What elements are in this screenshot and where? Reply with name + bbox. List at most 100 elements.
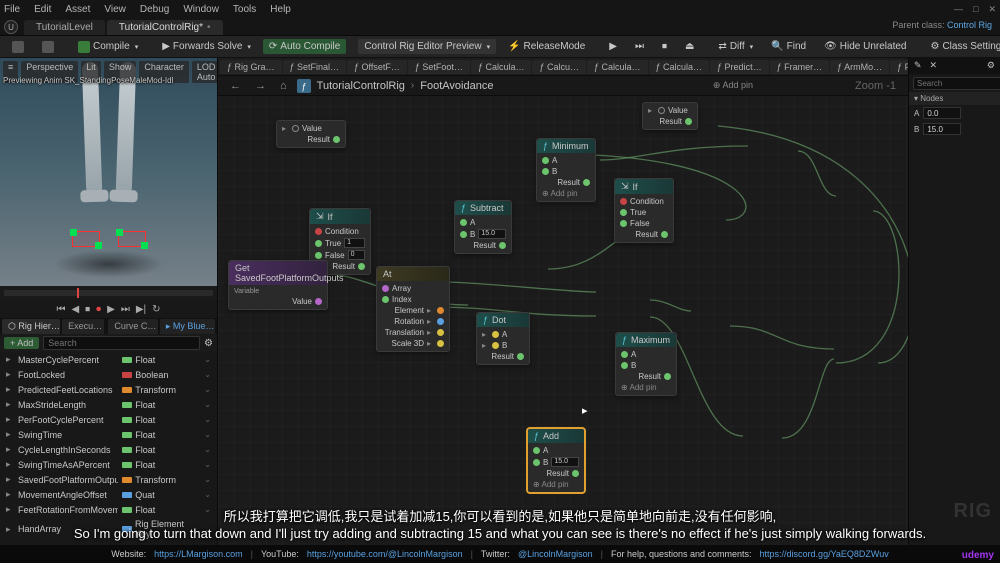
website-link[interactable]: https://LMargison.com — [154, 549, 243, 559]
browse-button[interactable] — [36, 39, 60, 55]
detail-edit-icon[interactable]: ✎ — [911, 59, 925, 74]
menu-help[interactable]: Help — [270, 4, 291, 15]
find-button[interactable]: 🔍 Find — [765, 39, 812, 54]
graph-tab[interactable]: ƒ Predict… — [710, 60, 769, 74]
graph-tab[interactable]: ƒ Calcula… — [649, 60, 710, 74]
node-for[interactable]: ▸Value Result — [642, 102, 698, 130]
node-if-2[interactable]: ⇲If Condition True False Result — [614, 178, 674, 243]
nav-fwd-icon[interactable]: → — [251, 80, 270, 92]
menu-file[interactable]: File — [4, 4, 20, 15]
graph-tab[interactable]: ƒ SetFoot… — [408, 60, 470, 74]
add-pin-button[interactable]: ⊕ Add pin — [542, 189, 590, 198]
go-end-icon[interactable]: ⏭ — [121, 304, 130, 315]
timeline[interactable] — [0, 286, 217, 300]
var-row[interactable]: ▸PerFootCyclePercentFloat⌄ — [0, 412, 217, 427]
close-icon[interactable]: ✕ — [988, 4, 996, 15]
menu-edit[interactable]: Edit — [34, 4, 51, 15]
var-row[interactable]: ▸PredictedFeetLocationsTransform⌄ — [0, 382, 217, 397]
play-icon[interactable]: ▶ — [603, 39, 623, 54]
node-remnant[interactable]: ▸Value Result — [276, 120, 346, 148]
graph-tab[interactable]: ƒ Calcu… — [532, 60, 586, 74]
playhead-icon[interactable] — [77, 288, 79, 298]
record-icon[interactable]: ⏺ — [96, 304, 101, 315]
prop-a-input[interactable] — [923, 107, 961, 119]
var-row[interactable]: ▸MasterCyclePercentFloat⌄ — [0, 352, 217, 367]
class-settings-button[interactable]: ⚙ Class Settings — [924, 39, 1000, 54]
var-search-input[interactable] — [43, 336, 200, 350]
var-row[interactable]: ▸CycleLengthInSecondsFloat⌄ — [0, 442, 217, 457]
diff-button[interactable]: ⇄ Diff▾ — [712, 39, 759, 54]
tab-execution[interactable]: Execu… — [62, 319, 104, 334]
var-row[interactable]: ▸FootLockedBoolean⌄ — [0, 367, 217, 382]
skip-icon[interactable]: ⏭ — [629, 39, 650, 54]
tab-level[interactable]: TutorialLevel — [24, 20, 105, 35]
loop-icon[interactable]: ↻ — [152, 304, 160, 315]
var-row[interactable]: ▸SwingTimeAsAPercentFloat⌄ — [0, 457, 217, 472]
menu-window[interactable]: Window — [183, 4, 219, 15]
stop-icon[interactable]: ⏹ — [85, 304, 90, 315]
graph-tab[interactable]: ƒ Calcula… — [587, 60, 648, 74]
vp-lod-button[interactable]: LOD Auto — [192, 61, 217, 83]
node-minimum[interactable]: ƒMinimum A B Result ⊕ Add pin — [536, 138, 596, 202]
var-row[interactable]: ▸MaxStrideLengthFloat⌄ — [0, 397, 217, 412]
step-icon[interactable]: ▶| — [136, 304, 146, 315]
twitter-link[interactable]: @LincolnMargison — [518, 549, 593, 559]
detail-close-icon[interactable]: ✕ — [927, 59, 941, 74]
discord-link[interactable]: https://discord.gg/YaEQ8DZWuv — [760, 549, 889, 559]
maximize-icon[interactable]: □ — [973, 4, 978, 15]
node-canvas[interactable]: ▸Value Result ⇲If Condition True 1 False… — [218, 96, 908, 545]
add-pin-button[interactable]: ⊕ Add pin — [621, 383, 671, 392]
node-subtract[interactable]: ƒSubtract A B 15.0 Result — [454, 200, 512, 254]
bc-root[interactable]: TutorialControlRig — [317, 80, 405, 92]
nav-home-icon[interactable]: ⌂ — [276, 80, 291, 92]
graph-tab[interactable]: ƒ OffsetF… — [347, 60, 407, 74]
preview-mode-button[interactable]: Control Rig Editor Preview▾ — [358, 39, 496, 54]
stop-icon[interactable]: ⏹ — [656, 39, 673, 54]
tab-my-blueprint[interactable]: ▸ My Blue… — [160, 319, 215, 334]
menu-tools[interactable]: Tools — [233, 4, 256, 15]
node-maximum[interactable]: ƒMaximum A B Result ⊕ Add pin — [615, 332, 677, 396]
detail-gear-icon[interactable]: ⚙ — [984, 59, 998, 74]
tab-controlrig[interactable]: TutorialControlRig* — [107, 20, 223, 35]
graph-tab[interactable]: ƒ FootLa… — [890, 60, 908, 74]
parent-class-link[interactable]: Control Rig — [947, 20, 992, 30]
menu-view[interactable]: View — [104, 4, 126, 15]
add-pin-button[interactable]: ⊕ Add pin — [533, 480, 579, 489]
gear-icon[interactable]: ⚙ — [204, 338, 213, 349]
top-add-pin[interactable]: ⊕ Add pin — [713, 80, 753, 91]
var-row[interactable]: ▸SwingTimeFloat⌄ — [0, 427, 217, 442]
hide-unrelated-button[interactable]: 👁 Hide Unrelated — [818, 39, 912, 54]
graph-tab[interactable]: ƒ Calcula… — [471, 60, 532, 74]
minimize-icon[interactable]: — — [954, 4, 963, 15]
release-mode-button[interactable]: ⚡ ReleaseMode — [502, 39, 591, 54]
auto-compile-button[interactable]: ⟳ Auto Compile — [263, 39, 346, 54]
forwards-solve-button[interactable]: ▶ Forwards Solve▾ — [156, 39, 257, 54]
prop-b-input[interactable] — [923, 123, 961, 135]
graph-tab[interactable]: ƒ Rig Gra… — [220, 60, 282, 74]
graph-tab[interactable]: ƒ ArmMo… — [830, 60, 889, 74]
nav-back-icon[interactable]: ← — [226, 80, 245, 92]
graph-editor[interactable]: ƒ Rig Gra…ƒ SetFinal…ƒ OffsetF…ƒ SetFoot… — [218, 58, 908, 545]
youtube-link[interactable]: https://youtube.com/@LincolnMargison — [307, 549, 463, 559]
tab-curve[interactable]: Curve C… — [108, 319, 157, 334]
compile-button[interactable]: Compile▾ — [72, 39, 144, 55]
node-add[interactable]: ƒAdd A B 15.0 Result ⊕ Add pin — [527, 428, 585, 493]
save-button[interactable] — [6, 39, 30, 55]
var-row[interactable]: ▸SavedFootPlatformOutputsTransform⌄ — [0, 472, 217, 487]
detail-search-input[interactable] — [913, 77, 1000, 90]
node-dot[interactable]: ƒDot ▸A ▸B Result — [476, 312, 530, 365]
go-start-icon[interactable]: ⏮ — [56, 304, 65, 315]
menu-asset[interactable]: Asset — [65, 4, 90, 15]
add-button[interactable]: + Add — [4, 337, 39, 349]
viewport[interactable]: ≡ Perspective Lit Show Character LOD Aut… — [0, 58, 217, 286]
eject-icon[interactable]: ⏏ — [679, 39, 700, 54]
play-rev-icon[interactable]: ◀ — [71, 304, 79, 315]
graph-tab[interactable]: ƒ Framer… — [770, 60, 830, 74]
tab-rig-hierarchy[interactable]: ⬡ Rig Hier… — [2, 319, 60, 334]
node-at[interactable]: At Array Index Element▸ Rotation▸ Transl… — [376, 266, 450, 352]
node-get-saved[interactable]: Get SavedFootPlatformOutputs Variable Va… — [228, 260, 328, 310]
var-row[interactable]: ▸MovementAngleOffsetQuat⌄ — [0, 487, 217, 502]
play-fwd-icon[interactable]: ▶ — [107, 304, 115, 315]
graph-tab[interactable]: ƒ SetFinal… — [283, 60, 347, 74]
bc-leaf[interactable]: FootAvoidance — [420, 80, 493, 92]
